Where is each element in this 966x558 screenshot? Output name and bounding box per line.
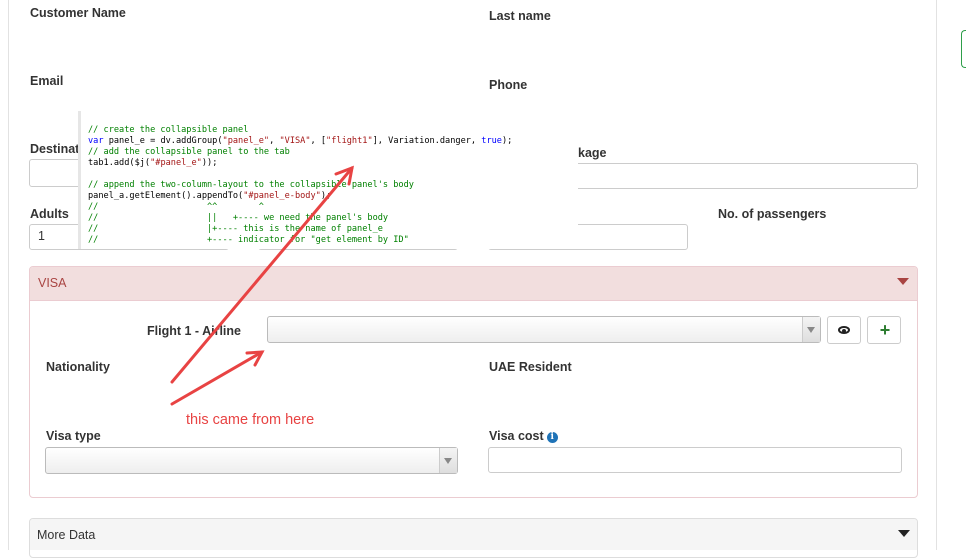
page-border-left [8, 0, 9, 550]
visa-cost-label: Visa cost [489, 429, 544, 443]
annotation-text: this came from here [186, 412, 315, 428]
side-tab-edge[interactable] [961, 30, 966, 68]
chevron-down-icon[interactable] [439, 448, 457, 473]
code-gutter [78, 111, 81, 249]
view-button[interactable] [827, 316, 861, 344]
chevron-down-icon[interactable] [898, 530, 910, 537]
last-name-label: Last name [489, 9, 551, 23]
code-line: // append the two-column-layout to the c… [88, 180, 414, 190]
more-data-panel-header[interactable]: More Data [30, 519, 917, 550]
code-token: var [88, 136, 104, 146]
passengers-label: No. of passengers [718, 207, 827, 221]
code-line: // create the collapsible panel [88, 125, 249, 135]
page-border-right [936, 0, 937, 550]
visa-cost-label-wrap: Visa cost i [489, 429, 558, 443]
visa-panel-header[interactable]: VISA [30, 267, 917, 301]
visa-type-label: Visa type [46, 429, 101, 443]
code-token: "panel_e" [222, 136, 270, 146]
adults-label: Adults [30, 207, 69, 221]
code-token: , [ [310, 136, 327, 146]
code-token: "flight1" [326, 136, 373, 146]
code-token: ); [320, 191, 332, 201]
code-line: // || +---- we need the panel's body [88, 213, 389, 223]
code-token: ], Variation.danger, [372, 136, 482, 146]
code-token: "VISA" [279, 136, 311, 146]
code-token: panel_e = dv.addGroup( [103, 136, 223, 146]
chevron-down-icon[interactable] [802, 317, 820, 342]
info-icon[interactable]: i [546, 432, 558, 443]
flight-airline-select[interactable] [267, 316, 821, 343]
visa-type-select[interactable] [45, 447, 458, 474]
code-token: "#panel_e" [150, 158, 202, 168]
email-label: Email [30, 74, 64, 88]
visa-cost-input[interactable] [488, 447, 902, 473]
destination-label: Destinati [30, 142, 83, 156]
code-line: // |+---- this is the name of panel_e [88, 224, 383, 234]
uae-resident-label: UAE Resident [489, 360, 572, 374]
eye-icon [838, 326, 850, 334]
customer-name-label: Customer Name [30, 6, 126, 20]
code-token: , [269, 136, 280, 146]
code-line: // +---- indicator for "get element by I… [88, 235, 409, 245]
chevron-down-icon[interactable] [897, 278, 909, 285]
code-line: // add the collapsible panel to the tab [88, 147, 290, 157]
code-token: ); [501, 136, 513, 146]
code-snippet-overlay: // create the collapsible panel var pane… [78, 111, 578, 249]
code-token: true [481, 136, 502, 146]
code-token: "#panel_e-body" [243, 191, 321, 201]
code-token: panel_a.getElement().appendTo( [88, 191, 244, 201]
plus-icon: + [879, 320, 891, 340]
code-snippet: // create the collapsible panel var pane… [88, 125, 512, 246]
nationality-label: Nationality [46, 360, 110, 374]
add-button[interactable]: + [867, 316, 901, 344]
code-token: tab1.add($j( [88, 158, 151, 168]
more-data-panel-title: More Data [37, 528, 96, 542]
flight-airline-label: Flight 1 - Airline [147, 324, 241, 338]
code-line: // ^^ ^ [88, 202, 264, 212]
package-label: kage [578, 146, 607, 160]
visa-panel-title: VISA [38, 276, 67, 290]
code-token: )); [201, 158, 218, 168]
phone-label: Phone [489, 78, 528, 92]
more-data-panel: More Data [29, 518, 918, 558]
